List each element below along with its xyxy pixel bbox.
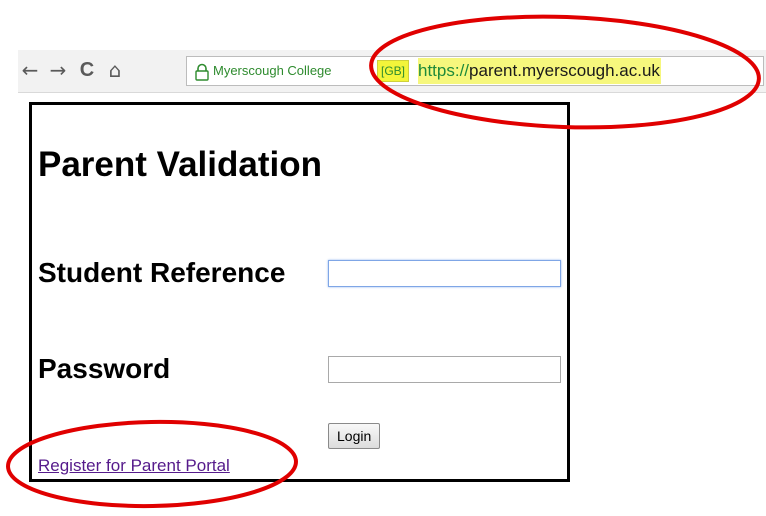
register-link[interactable]: Register for Parent Portal <box>38 456 230 476</box>
home-icon[interactable]: ⌂ <box>103 50 127 92</box>
ev-country-badge: [GB] <box>377 60 410 82</box>
parent-validation-form: Parent Validation Student Reference Pass… <box>29 102 570 482</box>
screenshot: ← → C ⌂ Myerscough College [GB] https://… <box>0 0 766 516</box>
browser-toolbar: ← → C ⌂ Myerscough College [GB] https://… <box>18 50 766 93</box>
lock-icon <box>195 63 209 81</box>
ev-certificate-name: Myerscough College <box>213 63 332 78</box>
student-reference-input[interactable] <box>328 260 561 287</box>
url-host: parent.myerscough.ac.uk <box>469 61 660 80</box>
login-button[interactable]: Login <box>328 423 381 449</box>
address-bar[interactable]: Myerscough College [GB] https://parent.m… <box>186 56 764 86</box>
page-title: Parent Validation <box>38 145 322 184</box>
password-input[interactable] <box>328 356 561 383</box>
back-arrow-icon[interactable]: ← <box>18 50 42 92</box>
url-scheme: https:// <box>418 61 470 80</box>
student-reference-label: Student Reference <box>38 257 286 288</box>
url-text: https://parent.myerscough.ac.uk <box>418 58 661 84</box>
password-label: Password <box>38 353 171 384</box>
reload-icon[interactable]: C <box>75 50 99 92</box>
forward-arrow-icon[interactable]: → <box>46 50 70 92</box>
